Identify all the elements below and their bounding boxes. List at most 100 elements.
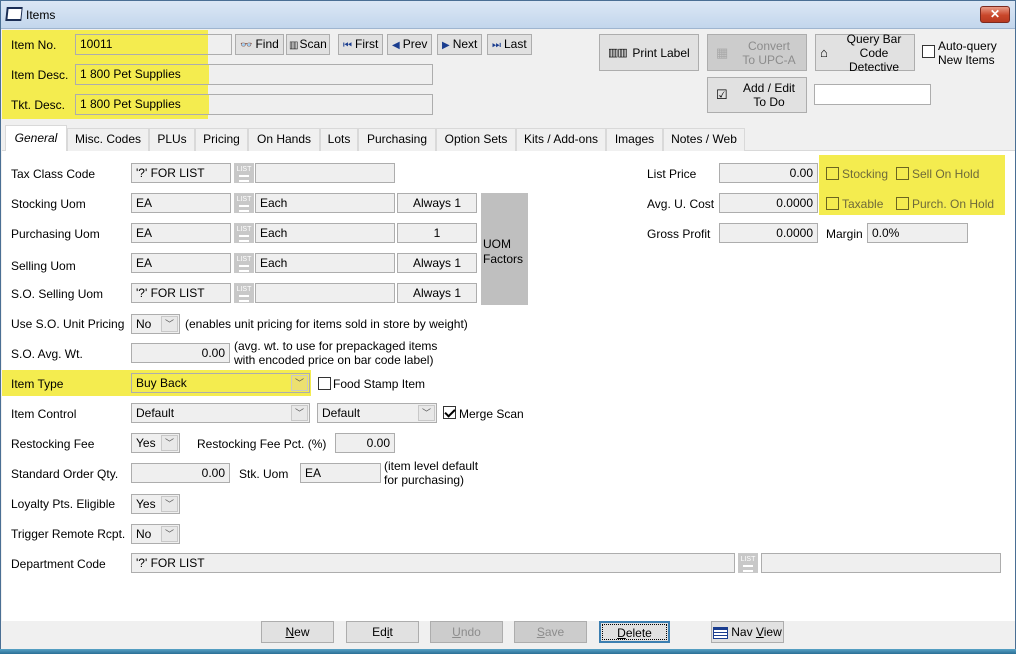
barcode-scan-icon: ▥ [289,40,299,51]
tab-general[interactable]: General [5,125,67,152]
tab-option-sets[interactable]: Option Sets [436,128,516,151]
tab-purchasing[interactable]: Purchasing [358,128,436,151]
scan-button[interactable]: ▥Scan [286,34,330,55]
window-bottom-border [0,649,1016,654]
trigger-remote-select[interactable]: No ﹀ [131,524,180,544]
stocking-checkbox[interactable] [826,167,839,180]
items-window: Items ✕ Item No. 10011 Item Desc. 1 800 … [0,0,1016,654]
purchasing-uom-label: Purchasing Uom [11,227,100,241]
query-bar-code-detective-button[interactable]: ⌂ Query Bar Code Detective [815,32,915,74]
tab-pricing[interactable]: Pricing [195,128,248,151]
nav-view-button[interactable]: Nav View [711,621,784,643]
so-selling-uom-list-icon[interactable]: LIST [234,283,254,303]
department-list-icon[interactable]: LIST [738,553,758,573]
so-avg-wt-input[interactable]: 0.00 [131,343,230,363]
selling-uom-code-input[interactable]: EA [131,253,231,273]
last-button[interactable]: ⏭ Last [487,34,532,55]
taxable-checkbox[interactable] [826,197,839,210]
gross-profit-label: Gross Profit [647,227,711,241]
tkt-desc-input[interactable]: 1 800 Pet Supplies [75,94,433,115]
tab-images[interactable]: Images [606,128,663,151]
prev-button[interactable]: ◀ Prev [387,34,433,55]
add-edit-todo-button[interactable]: ☑ Add / Edit To Do [707,77,807,113]
department-code-input[interactable]: '?' FOR LIST [131,553,735,573]
selling-uom-list-icon[interactable]: LIST [234,253,254,273]
find-button[interactable]: 👓 Find [235,34,284,55]
food-stamp-label: Food Stamp Item [333,377,426,391]
merge-scan-checkbox[interactable] [443,406,456,419]
item-desc-input[interactable]: 1 800 Pet Supplies [75,64,433,85]
so-avg-wt-note: (avg. wt. to use for prepackaged items wi… [234,339,438,367]
prev-icon: ◀ [392,40,400,51]
merge-scan-label: Merge Scan [459,407,524,421]
selling-uom-label: Selling Uom [11,259,76,273]
item-type-label: Item Type [11,377,64,391]
tax-class-code-input[interactable]: '?' FOR LIST [131,163,231,183]
stocking-uom-label: Stocking Uom [11,197,86,211]
so-selling-uom-factor: Always 1 [397,283,477,303]
binoculars-icon: 👓 [240,40,253,51]
stocking-label: Stocking [842,167,889,181]
purchasing-uom-list-icon[interactable]: LIST [234,223,254,243]
restocking-fee-pct-label: Restocking Fee Pct. (%) [197,437,327,451]
tax-class-label: Tax Class Code [11,167,96,181]
restocking-fee-select[interactable]: Yes ﹀ [131,433,180,453]
tab-notes-web[interactable]: Notes / Web [663,128,745,151]
tab-kits-addons[interactable]: Kits / Add-ons [516,128,606,151]
save-button[interactable]: Save [514,621,587,643]
so-avg-wt-label: S.O. Avg. Wt. [11,347,83,361]
delete-button[interactable]: Delete [599,621,670,643]
first-icon: ⏮ [343,40,352,51]
tab-plus[interactable]: PLUs [149,128,195,151]
stocking-uom-list-icon[interactable]: LIST [234,193,254,213]
stocking-uom-factor: Always 1 [397,193,477,213]
todo-input[interactable] [814,84,931,105]
tab-misc-codes[interactable]: Misc. Codes [67,128,149,151]
trigger-remote-label: Trigger Remote Rcpt. [11,527,126,541]
tax-class-desc-input [255,163,395,183]
item-control-secondary-select[interactable]: Default ﹀ [317,403,437,423]
table-view-icon [713,626,729,639]
department-label: Department Code [11,557,106,571]
close-icon: ✕ [989,7,1001,21]
new-button[interactable]: New [261,621,334,643]
list-price-input[interactable]: 0.00 [719,163,818,183]
clipboard-check-icon: ☑ [716,87,728,102]
tab-on-hands[interactable]: On Hands [248,128,320,151]
tax-class-list-icon[interactable]: LIST [234,163,254,183]
chevron-down-icon: ﹀ [418,405,435,421]
margin-label: Margin [826,227,863,241]
item-no-label: Item No. [11,38,57,52]
purch-on-hold-checkbox[interactable] [896,197,909,210]
item-type-select[interactable]: Buy Back ﹀ [131,373,310,393]
item-control-select[interactable]: Default ﹀ [131,403,310,423]
stk-uom-note: (item level default for purchasing) [384,459,479,487]
first-button[interactable]: ⏮ First [338,34,384,55]
restocking-fee-pct-input[interactable]: 0.00 [335,433,395,453]
use-so-unit-pricing-select[interactable]: No ﹀ [131,314,180,334]
print-label-button[interactable]: ▥▥ Print Label [599,34,699,71]
undo-button[interactable]: Undo [430,621,503,643]
stk-uom-label: Stk. Uom [239,467,289,481]
convert-icon: ▦ [716,44,729,60]
use-so-unit-pricing-label: Use S.O. Unit Pricing [11,317,125,331]
tkt-desc-label: Tkt. Desc. [11,98,66,112]
purchasing-uom-factor-input[interactable]: 1 [397,223,477,243]
chevron-down-icon: ﹀ [291,375,308,391]
food-stamp-checkbox[interactable] [318,377,331,390]
next-button[interactable]: ▶ Next [437,34,483,55]
auto-query-checkbox[interactable] [922,45,935,58]
chevron-down-icon: ﹀ [161,526,178,542]
item-no-input[interactable]: 10011 [75,34,209,55]
convert-upca-button[interactable]: ▦ Convert To UPC-A [707,34,807,71]
so-selling-uom-code-input[interactable]: '?' FOR LIST [131,283,231,303]
item-no-input-tail [208,34,232,55]
close-button[interactable]: ✕ [980,6,1010,23]
sell-on-hold-checkbox[interactable] [896,167,909,180]
edit-button[interactable]: Edit [346,621,419,643]
tab-lots[interactable]: Lots [320,128,358,151]
purchasing-uom-code-input[interactable]: EA [131,223,231,243]
standard-order-qty-input[interactable]: 0.00 [131,463,230,483]
loyalty-select[interactable]: Yes ﹀ [131,494,180,514]
stocking-uom-code-input[interactable]: EA [131,193,231,213]
